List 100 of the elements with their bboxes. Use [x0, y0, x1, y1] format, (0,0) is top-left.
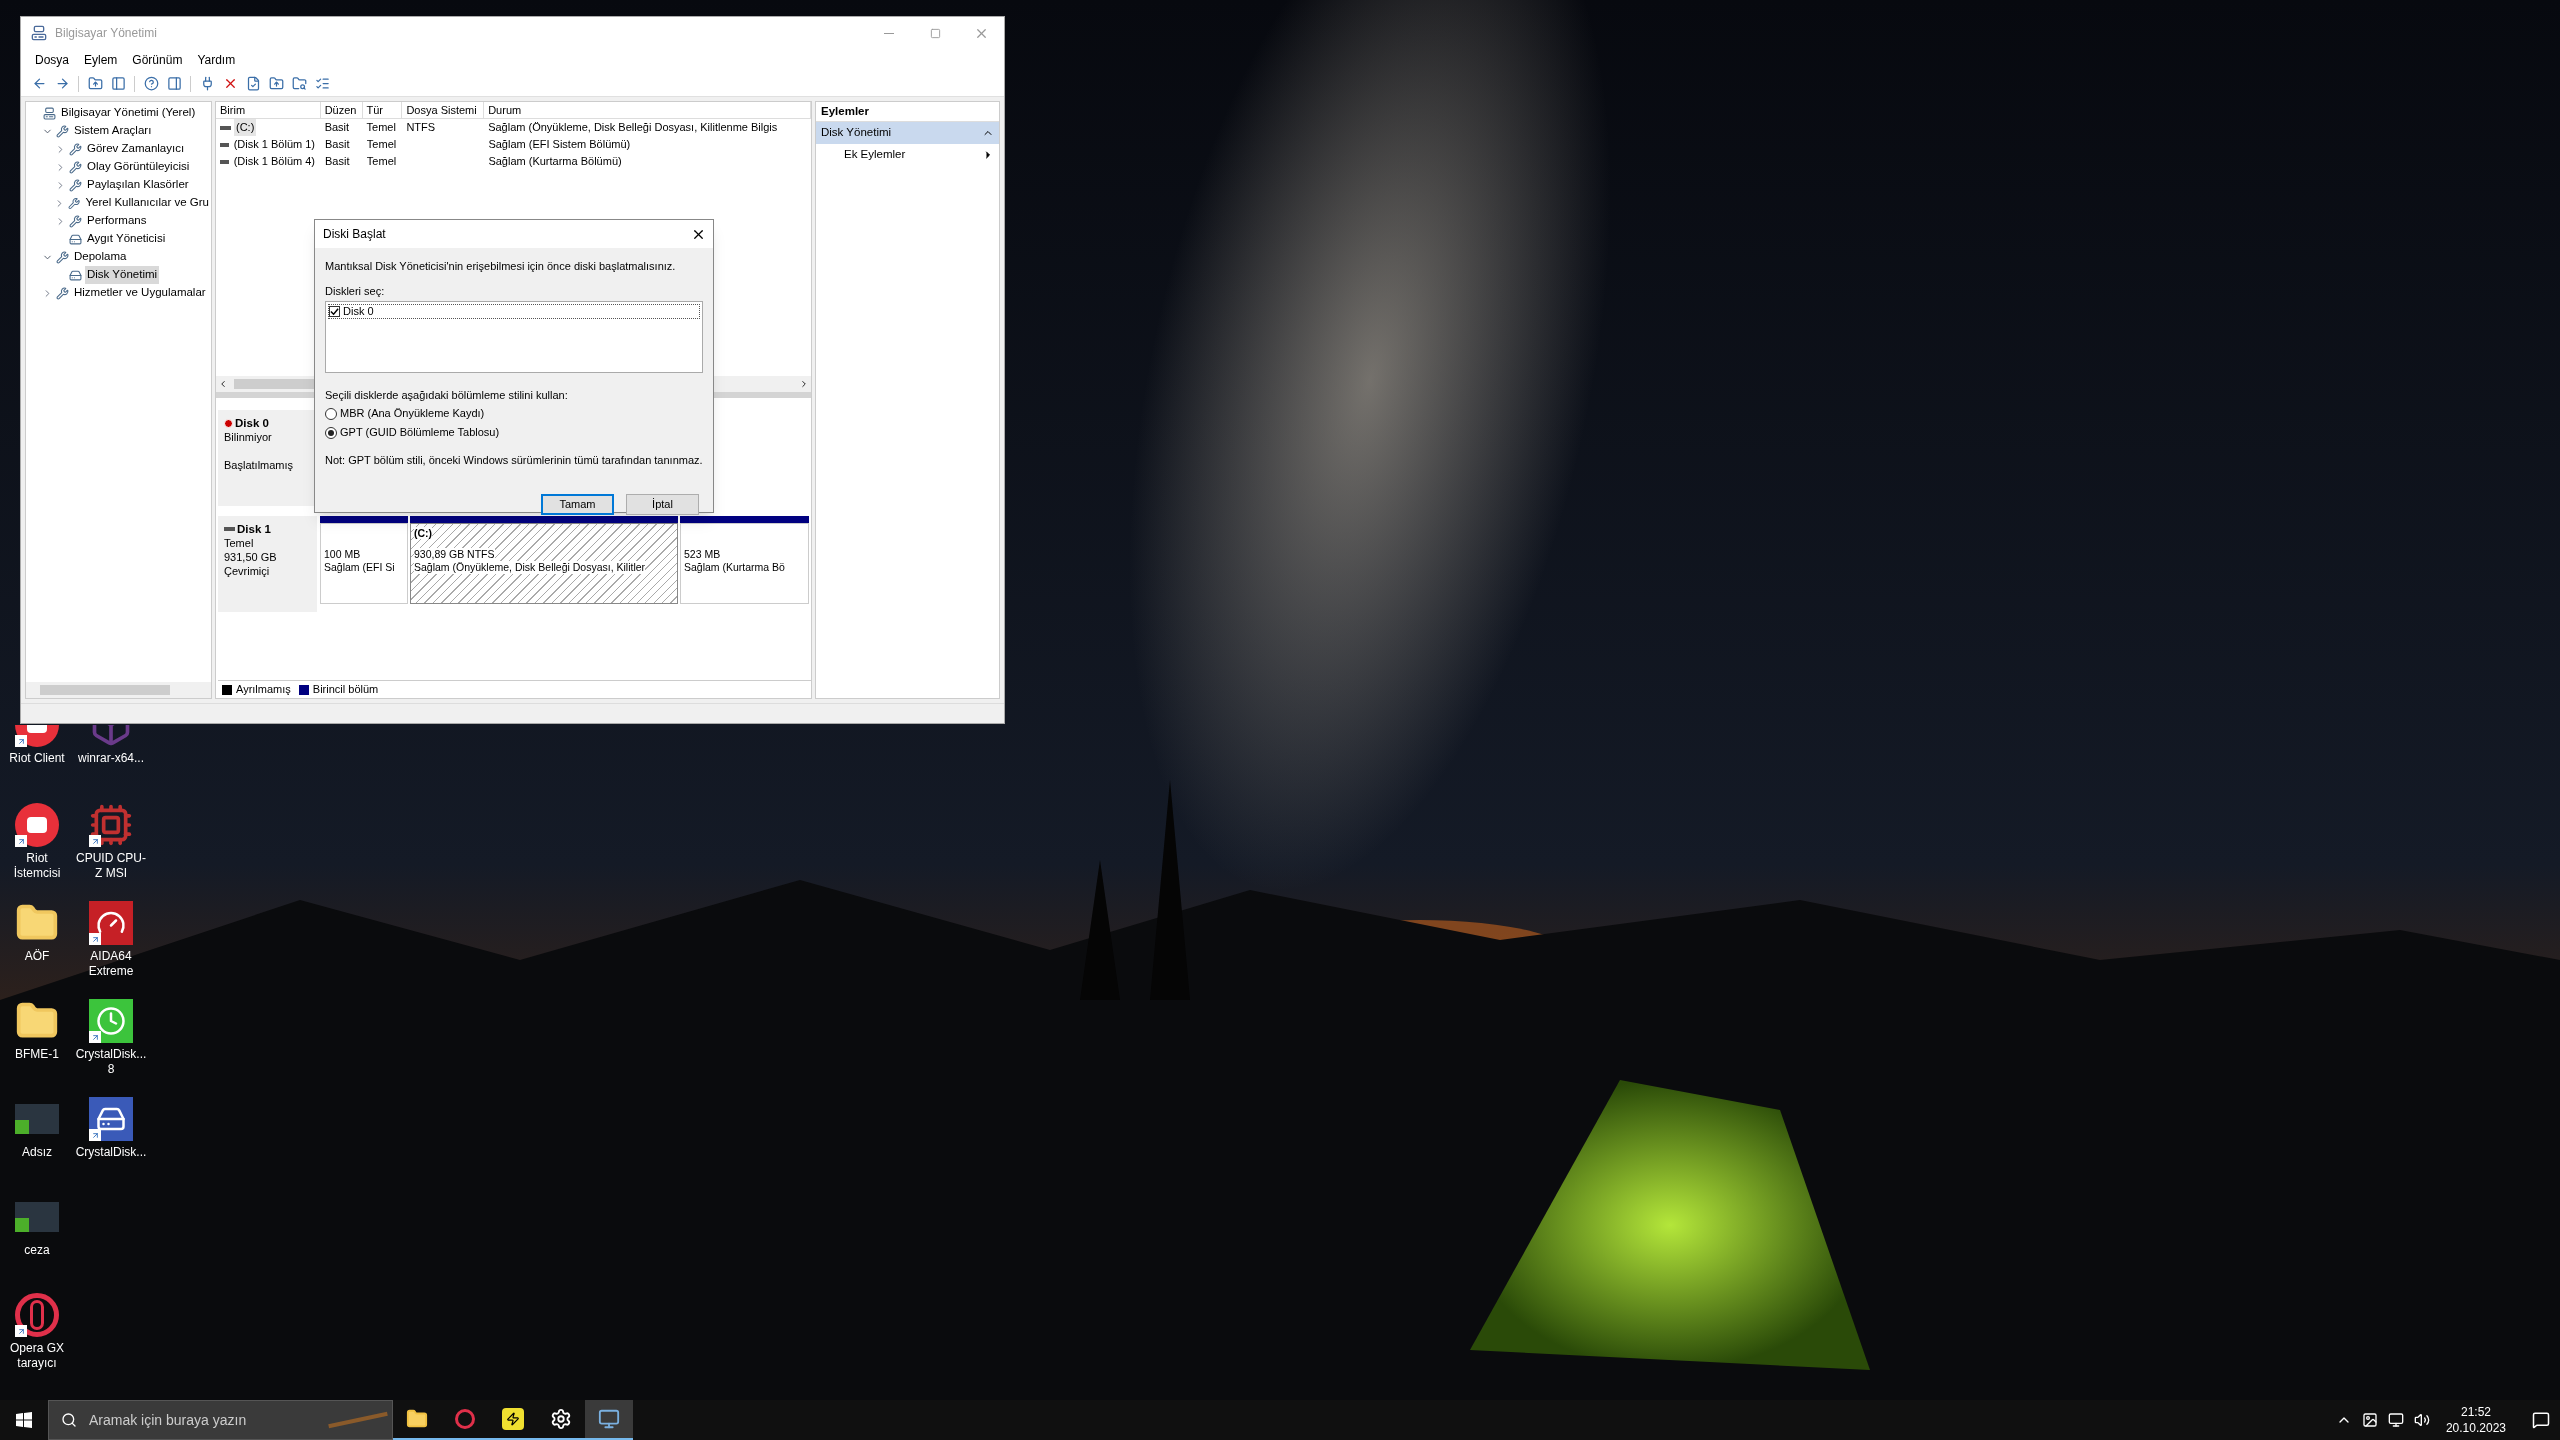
tree-node-icon [56, 124, 69, 138]
column-header[interactable]: Dosya Sistemi [402, 102, 485, 118]
volume-icon [220, 159, 229, 164]
partition-status: Sağlam (Kurtarma Bö [684, 561, 785, 574]
tree-item[interactable]: Yerel Kullanıcılar ve Gru [83, 194, 211, 212]
windows-logo-icon [16, 1412, 32, 1428]
desktop-icon-label[interactable]: winrar-x64... [76, 751, 146, 766]
desktop-shortcut-icon[interactable] [15, 1293, 59, 1337]
dialog-button[interactable]: Tamam [541, 494, 614, 515]
dialog-button[interactable]: İptal [626, 494, 699, 515]
desktop-icon-label[interactable]: Riot İstemcisi [0, 851, 74, 881]
radio-button[interactable] [325, 407, 337, 420]
legend-label: Ayrılmamış [236, 682, 291, 698]
disk-list[interactable]: Disk 0 [325, 301, 703, 373]
disk-type: Temel [224, 536, 255, 550]
table-cell-text: Basit [324, 120, 350, 136]
radio-label[interactable]: MBR (Ana Önyükleme Kaydı) [340, 405, 485, 422]
menu-item[interactable]: Görünüm [126, 51, 189, 69]
tree-node-icon [69, 142, 82, 156]
disk-info-panel[interactable]: Disk 1 Temel 931,50 GB Çevrimiçi [218, 516, 318, 612]
desktop-icon-label[interactable]: BFME-1 [13, 1047, 61, 1062]
desktop-shortcut-icon[interactable] [15, 725, 59, 747]
tree-node-icon [69, 160, 82, 174]
tree-item[interactable]: Paylaşılan Klasörler [85, 176, 191, 194]
menu-item[interactable]: Eylem [78, 51, 124, 69]
legend-label: Birincil bölüm [312, 682, 379, 698]
search-field[interactable]: Aramak için buraya yazın [89, 1409, 289, 1431]
scroll-left-icon[interactable] [218, 379, 228, 389]
horizontal-scrollbar[interactable] [26, 682, 211, 698]
desktop-icon-label[interactable]: AÖF [22, 949, 52, 964]
disk-status: Çevrimiçi [224, 564, 271, 578]
search-box[interactable]: Aramak için buraya yazın [48, 1400, 393, 1440]
file-check-icon [245, 76, 261, 91]
checkbox[interactable] [329, 306, 340, 317]
radio-button[interactable] [325, 426, 337, 439]
bolt-app-icon [502, 1408, 524, 1430]
table-cell-text: Sağlam (EFI Sistem Bölümü) [488, 137, 631, 153]
tree-item[interactable]: Disk Yönetimi [85, 266, 160, 284]
column-header[interactable]: Durum [484, 102, 811, 118]
radio-label[interactable]: GPT (GUID Bölümleme Tablosu) [340, 424, 500, 441]
tree-item[interactable]: Performans [85, 212, 149, 230]
settings-icon [550, 1408, 572, 1430]
tree-item[interactable]: Depolama [72, 248, 129, 266]
folder-search-icon [291, 76, 307, 91]
desktop-icon-label[interactable]: CrystalDisk... 8 [73, 1047, 149, 1077]
table-cell-text: Basit [325, 154, 350, 170]
tree-node-icon [56, 250, 69, 264]
volume-icon [220, 142, 229, 147]
actions-section[interactable]: Disk Yönetimi [816, 122, 999, 144]
desktop-icon-label[interactable]: CrystalDisk... [73, 1145, 149, 1160]
disk-name: Disk 1 [237, 522, 271, 536]
minimize-icon [884, 32, 894, 34]
tree-node-icon [43, 106, 56, 120]
column-header[interactable]: Tür [362, 102, 403, 118]
window-title: Bilgisayar Yönetimi [55, 25, 157, 42]
style-label: Seçili disklerde aşağıdaki bölümleme stilini kullan: [325, 388, 569, 403]
network-icon[interactable] [2387, 1412, 2404, 1428]
desktop-icon-label[interactable]: Adsız [20, 1145, 54, 1160]
list-label: Diskleri seç: [325, 283, 386, 299]
menu-item[interactable]: Dosya [29, 51, 75, 69]
tree-item[interactable]: Olay Görüntüleyicisi [85, 158, 192, 176]
panel-icon [110, 76, 126, 91]
partition-label: (C:) [414, 527, 433, 539]
disk-size: 931,50 GB [224, 550, 278, 564]
tree-item[interactable]: Hizmetler ve Uygulamalar [72, 284, 208, 302]
maximize-icon [929, 27, 941, 39]
tray-app-icon[interactable] [2361, 1412, 2378, 1428]
desktop-shortcut-icon[interactable] [89, 1097, 133, 1141]
disk-name: Disk 0 [235, 416, 269, 430]
action-item[interactable]: Ek Eylemler [816, 144, 999, 166]
tree-item[interactable]: Görev Zamanlayıcı [85, 140, 187, 158]
table-cell[interactable]: (Disk 1 Bölüm 1) [231, 136, 317, 153]
table-cell-text: NTFS [406, 120, 436, 136]
volume-icon[interactable] [2413, 1412, 2430, 1428]
menu-item[interactable]: Yardım [191, 51, 242, 69]
desktop-icon-label[interactable]: CPUID CPU-Z MSI [74, 851, 148, 881]
notification-icon[interactable] [2532, 1411, 2550, 1429]
partition-status: Sağlam (EFI Si [324, 561, 395, 574]
table-cell[interactable]: (C:) [234, 119, 257, 136]
tree-item[interactable]: Sistem Araçları [72, 122, 154, 140]
table-cell[interactable]: (Disk 1 Bölüm 4) [231, 153, 317, 170]
tree-node-icon [69, 214, 82, 228]
tree-item[interactable]: Bilgisayar Yönetimi (Yerel) [59, 104, 198, 122]
disk-list-item[interactable]: Disk 0 [343, 303, 374, 320]
help-icon [143, 76, 159, 91]
column-header[interactable]: Düzen [320, 102, 363, 118]
desktop-icon-label[interactable]: ceza [22, 1243, 52, 1258]
desktop-icon-label[interactable]: Opera GX tarayıcı [0, 1341, 74, 1371]
desktop-shortcut-icon[interactable] [89, 803, 133, 847]
desktop-icon-label[interactable]: Riot Client [7, 751, 67, 766]
tree-node-icon [69, 268, 82, 282]
scroll-right-icon[interactable] [799, 379, 809, 389]
tree-node-icon [56, 286, 69, 300]
column-header[interactable]: Birim [216, 102, 321, 118]
tree-node-icon [68, 196, 81, 210]
table-cell-text: Temel [366, 154, 397, 170]
tree-item[interactable]: Aygıt Yöneticisi [85, 230, 168, 248]
table-cell-text: Temel [366, 137, 397, 153]
clock[interactable]: 21:52 20.10.2023 [2439, 1404, 2512, 1436]
desktop-icon-label[interactable]: AIDA64 Extreme [74, 949, 148, 979]
